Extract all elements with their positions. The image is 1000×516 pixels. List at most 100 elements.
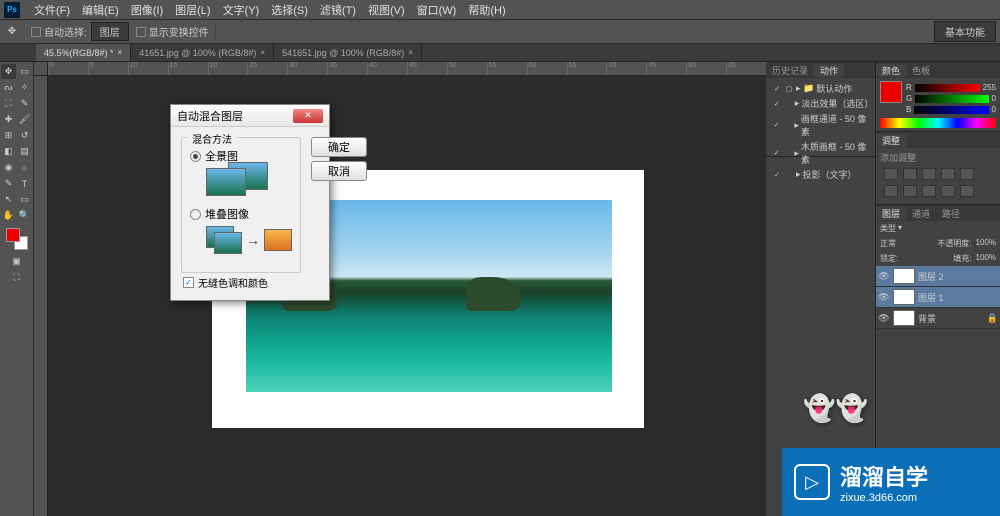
dialog-close-button[interactable]: ✕ xyxy=(293,109,323,123)
layer-thumb xyxy=(893,268,915,284)
autoselect-checkbox[interactable] xyxy=(31,27,41,37)
marquee-tool[interactable]: ▭ xyxy=(17,64,32,79)
show-controls-checkbox[interactable] xyxy=(136,27,146,37)
workspace-switcher[interactable]: 基本功能 xyxy=(934,21,996,42)
cursor-decoration: 👻👻 xyxy=(803,393,868,424)
menu-filter[interactable]: 滤镜(T) xyxy=(314,2,362,18)
dialog-titlebar[interactable]: 自动混合图层 ✕ xyxy=(171,105,329,127)
menu-file[interactable]: 文件(F) xyxy=(28,2,76,18)
play-icon: ▷ xyxy=(794,464,830,500)
layers-tab[interactable]: 图层 xyxy=(876,207,906,220)
doc-tab-2[interactable]: 41651.jpg @ 100% (RGB/8#)× xyxy=(131,44,274,61)
close-icon[interactable]: × xyxy=(260,48,265,57)
panorama-preview xyxy=(206,168,292,196)
color-tab[interactable]: 颜色 xyxy=(876,64,906,77)
action-folder[interactable]: ✓▢▸ 📁默认动作 xyxy=(770,81,871,96)
layer-thumb xyxy=(893,289,915,305)
actions-tab[interactable]: 动作 xyxy=(814,64,844,77)
r-slider[interactable] xyxy=(915,84,980,92)
b-slider[interactable] xyxy=(914,106,988,114)
menu-image[interactable]: 图像(I) xyxy=(125,2,169,18)
heal-tool[interactable]: ✚ xyxy=(1,112,16,127)
menu-window[interactable]: 窗口(W) xyxy=(411,2,463,18)
type-tool[interactable]: T xyxy=(17,176,32,191)
group-legend: 混合方法 xyxy=(188,131,236,146)
stack-preview: → xyxy=(206,226,292,254)
action-item[interactable]: ✓▸画框通道 - 50 像素 xyxy=(770,111,871,139)
lasso-tool[interactable]: ᔓ xyxy=(1,80,16,95)
menu-select[interactable]: 选择(S) xyxy=(265,2,314,18)
cancel-button[interactable]: 取消 xyxy=(311,161,367,181)
history-brush-tool[interactable]: ↺ xyxy=(17,128,32,143)
blend-mode[interactable]: 正常 xyxy=(880,238,896,249)
image-layer-right xyxy=(429,200,612,392)
shape-tool[interactable]: ▭ xyxy=(17,192,32,207)
watermark-title: 溜溜自学 xyxy=(840,460,928,492)
screenmode-tool[interactable]: ⛶ xyxy=(9,270,24,285)
layer-row[interactable]: 👁背景🔒 xyxy=(876,308,1000,329)
menu-help[interactable]: 帮助(H) xyxy=(462,2,511,18)
layer-name: 图层 1 xyxy=(918,291,944,304)
brush-tool[interactable]: 🖌 xyxy=(17,112,32,127)
blur-tool[interactable]: ◉ xyxy=(1,160,16,175)
zoom-tool[interactable]: 🔍 xyxy=(17,208,32,223)
lock-icon: 🔒 xyxy=(987,313,998,324)
move-tool[interactable]: ✥ xyxy=(1,64,16,79)
doc-tab-1[interactable]: 45.5%(RGB/8#) *× xyxy=(36,44,131,61)
adjust-icon[interactable] xyxy=(960,185,974,197)
ruler-vertical xyxy=(34,76,48,516)
ok-button[interactable]: 确定 xyxy=(311,137,367,157)
path-tool[interactable]: ↖ xyxy=(1,192,16,207)
dodge-tool[interactable]: ○ xyxy=(17,160,32,175)
hue-strip[interactable] xyxy=(880,118,996,128)
adjust-icon[interactable] xyxy=(903,185,917,197)
eyedropper-tool[interactable]: ✎ xyxy=(17,96,32,111)
g-slider[interactable] xyxy=(915,95,988,103)
visibility-icon[interactable]: 👁 xyxy=(878,271,890,282)
actions-panel: 历史记录 动作 ✓▢▸ 📁默认动作 ✓▸淡出效果（选区） ✓▸画框通道 - 50… xyxy=(766,62,875,157)
adjustments-tab[interactable]: 调整 xyxy=(876,134,906,147)
eraser-tool[interactable]: ◧ xyxy=(1,144,16,159)
layer-row[interactable]: 👁 图层 1 xyxy=(876,287,1000,308)
stack-radio[interactable]: 堆叠图像 xyxy=(190,206,292,222)
menu-layer[interactable]: 图层(L) xyxy=(169,2,216,18)
hand-tool[interactable]: ✋ xyxy=(1,208,16,223)
fg-color-swatch[interactable] xyxy=(6,228,20,242)
paths-tab[interactable]: 路径 xyxy=(936,207,966,220)
adjust-icon[interactable] xyxy=(941,185,955,197)
canvas-area[interactable]: 0510152025303540455055606570758085 xyxy=(34,62,766,516)
close-icon[interactable]: × xyxy=(408,48,413,57)
crop-tool[interactable]: ⛶ xyxy=(1,96,16,111)
menu-view[interactable]: 视图(V) xyxy=(362,2,411,18)
adjust-icon[interactable] xyxy=(903,168,917,180)
watermark: ▷ 溜溜自学 zixue.3d66.com xyxy=(782,448,1000,516)
adjust-icon[interactable] xyxy=(941,168,955,180)
doc-tab-3[interactable]: 541651.jpg @ 100% (RGB/8#)× xyxy=(274,44,422,61)
close-icon[interactable]: × xyxy=(118,48,123,57)
watermark-url: zixue.3d66.com xyxy=(840,492,928,504)
channels-tab[interactable]: 通道 xyxy=(906,207,936,220)
stamp-tool[interactable]: ⊞ xyxy=(1,128,16,143)
swatches-tab[interactable]: 色板 xyxy=(906,64,936,77)
adjust-icon[interactable] xyxy=(960,168,974,180)
menu-type[interactable]: 文字(Y) xyxy=(217,2,266,18)
wand-tool[interactable]: ✧ xyxy=(17,80,32,95)
visibility-icon[interactable]: 👁 xyxy=(878,313,890,324)
visibility-icon[interactable]: 👁 xyxy=(878,292,890,303)
adjust-icon[interactable] xyxy=(922,185,936,197)
layer-row[interactable]: 👁图层 2 xyxy=(876,266,1000,287)
pen-tool[interactable]: ✎ xyxy=(1,176,16,191)
autoselect-dropdown[interactable]: 图层 xyxy=(91,22,129,41)
adjust-icon[interactable] xyxy=(884,185,898,197)
gradient-tool[interactable]: ▤ xyxy=(17,144,32,159)
checkbox-icon[interactable]: ✓ xyxy=(183,277,194,288)
adjust-icon[interactable] xyxy=(884,168,898,180)
history-tab[interactable]: 历史记录 xyxy=(766,64,814,77)
color-swatch[interactable] xyxy=(880,81,902,103)
menu-edit[interactable]: 编辑(E) xyxy=(76,2,125,18)
action-item[interactable]: ✓▸淡出效果（选区） xyxy=(770,96,871,111)
quickmask-tool[interactable]: ▣ xyxy=(9,254,24,269)
color-swatches[interactable] xyxy=(6,228,28,250)
adjust-icon[interactable] xyxy=(922,168,936,180)
seamless-checkbox-row[interactable]: ✓ 无缝色调和颜色 xyxy=(181,275,301,290)
